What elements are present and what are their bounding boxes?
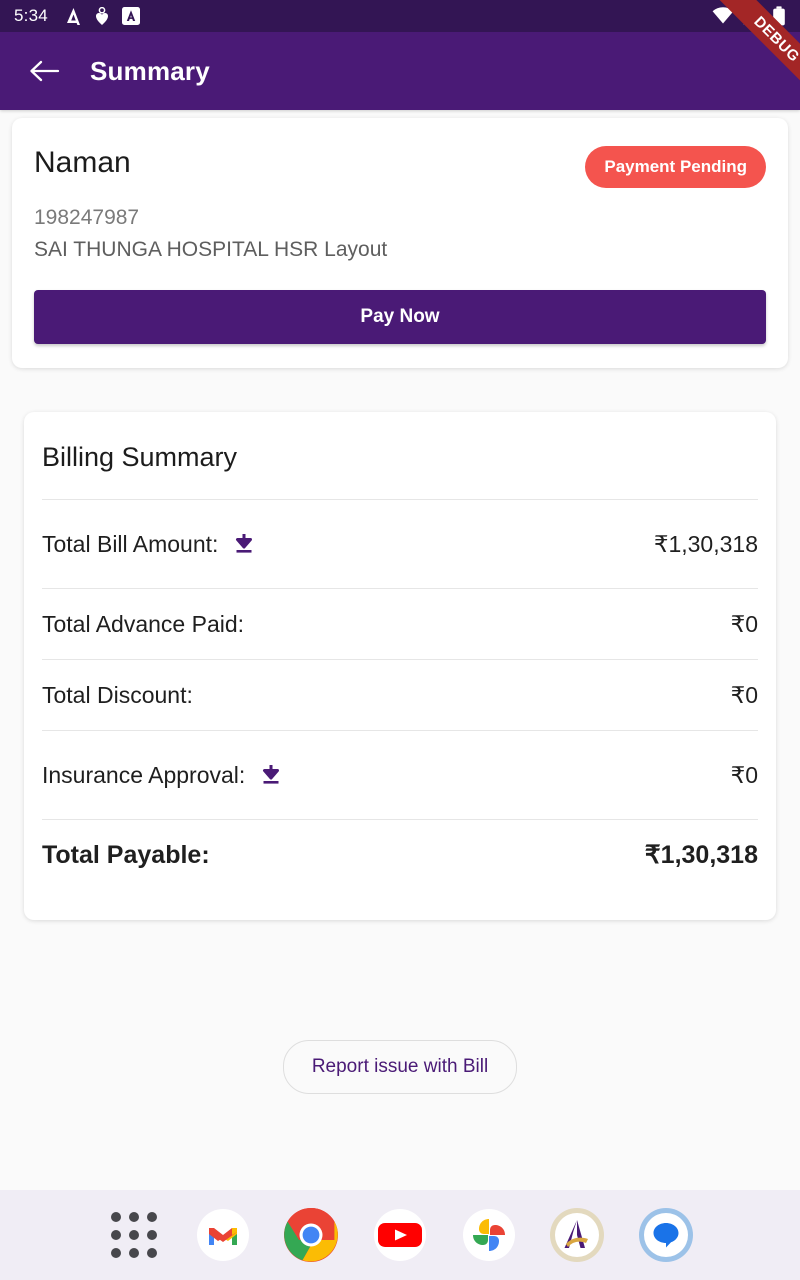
status-bar: 5:34 bbox=[0, 0, 800, 32]
bill-row-value: ₹1,30,318 bbox=[644, 841, 758, 869]
bill-row-label-wrap: Insurance Approval: bbox=[42, 762, 283, 789]
back-button[interactable] bbox=[22, 48, 68, 94]
bill-row-value: ₹0 bbox=[730, 681, 758, 708]
wifi-icon bbox=[712, 7, 734, 25]
bill-row-value: ₹0 bbox=[730, 761, 758, 788]
billing-summary-title: Billing Summary bbox=[42, 442, 238, 472]
patient-id: 198247987 bbox=[34, 206, 140, 229]
table-row: Total Advance Paid: ₹0 bbox=[42, 589, 758, 659]
youtube-icon[interactable] bbox=[371, 1206, 429, 1264]
bill-row-label: Total Advance Paid: bbox=[42, 610, 245, 637]
status-bar-clock: 5:34 bbox=[14, 6, 48, 25]
patient-summary-card: Naman Payment Pending 198247987 SAI THUN… bbox=[12, 118, 788, 368]
table-row: Total Bill Amount: ₹1,30,318 bbox=[42, 500, 758, 588]
bill-row-value: ₹0 bbox=[730, 610, 758, 637]
bill-row-label-wrap: Total Discount: bbox=[42, 682, 193, 709]
patient-name: Naman bbox=[34, 146, 131, 179]
app-bar: Summary bbox=[0, 32, 800, 110]
bill-row-label-wrap: Total Advance Paid: bbox=[42, 611, 244, 638]
a-badge-icon bbox=[121, 7, 140, 25]
bill-row-label: Total Payable: bbox=[42, 840, 210, 869]
app-drawer-icon[interactable] bbox=[105, 1206, 163, 1264]
download-icon[interactable] bbox=[259, 763, 283, 787]
status-bar-system-icons bbox=[712, 6, 786, 26]
page-title: Summary bbox=[90, 55, 210, 86]
chrome-icon[interactable] bbox=[282, 1206, 340, 1264]
table-row: Total Payable: ₹1,30,318 bbox=[42, 820, 758, 890]
home-dock bbox=[0, 1190, 800, 1280]
pay-now-button[interactable]: Pay Now bbox=[34, 290, 766, 344]
google-photos-icon[interactable] bbox=[460, 1206, 518, 1264]
bill-row-label: Total Discount: bbox=[42, 681, 193, 708]
table-row: Total Discount: ₹0 bbox=[42, 660, 758, 730]
heart-pin-icon bbox=[95, 6, 109, 26]
status-bar-notification-icons bbox=[65, 6, 140, 26]
bill-row-label: Total Bill Amount: bbox=[42, 530, 219, 557]
bill-row-value: ₹1,30,318 bbox=[653, 530, 758, 557]
billing-summary-card: Billing Summary Total Bill Amount: ₹1,30… bbox=[24, 412, 776, 920]
report-issue-button[interactable]: Report issue with Bill bbox=[282, 1040, 518, 1094]
activity-app-icon bbox=[65, 7, 82, 26]
cellular-signal-icon bbox=[743, 7, 763, 25]
back-arrow-icon bbox=[30, 59, 60, 83]
download-icon[interactable] bbox=[232, 532, 256, 556]
app-drawer-dots bbox=[111, 1212, 158, 1258]
gmail-icon[interactable] bbox=[194, 1206, 252, 1264]
a-app-icon[interactable] bbox=[548, 1206, 606, 1264]
bill-row-label-wrap: Total Payable: bbox=[42, 841, 210, 870]
battery-icon bbox=[772, 6, 786, 26]
bill-row-label: Insurance Approval: bbox=[42, 761, 246, 788]
phone-screen: 5:34 Summary DEBUG Naman Payment Pending… bbox=[0, 0, 800, 1280]
hospital-name: SAI THUNGA HOSPITAL HSR Layout bbox=[34, 238, 388, 261]
report-issue-wrap: Report issue with Bill bbox=[0, 1040, 800, 1094]
patient-card-header: Naman Payment Pending bbox=[34, 146, 766, 188]
bill-row-label-wrap: Total Bill Amount: bbox=[42, 531, 256, 558]
table-row: Insurance Approval: ₹0 bbox=[42, 731, 758, 819]
scroll-content: Naman Payment Pending 198247987 SAI THUN… bbox=[0, 110, 800, 1190]
status-badge: Payment Pending bbox=[585, 146, 766, 188]
google-messages-icon[interactable] bbox=[637, 1206, 695, 1264]
